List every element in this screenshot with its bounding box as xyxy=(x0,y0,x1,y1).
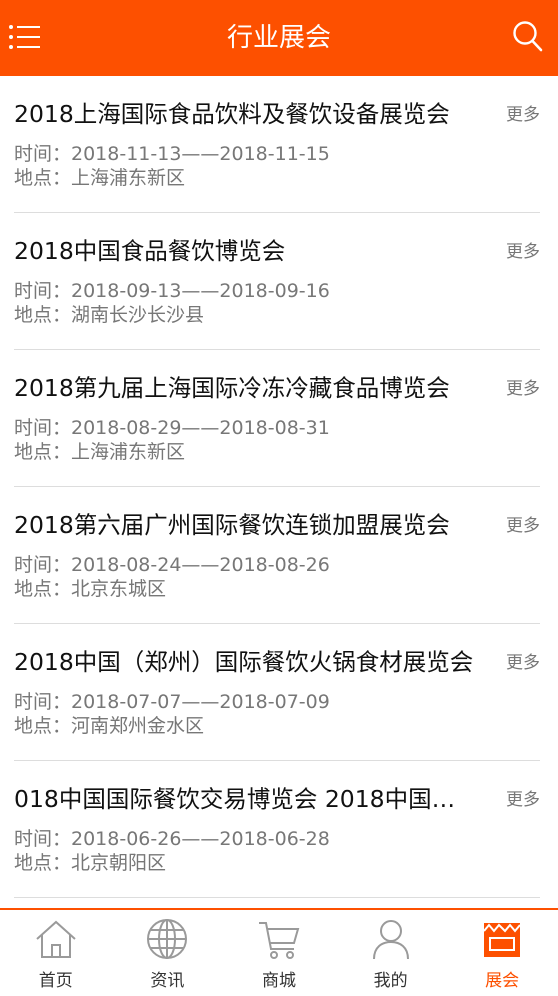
list-item[interactable]: 2018第九届上海国际冷冻冷藏食品博览会 更多 时间：2018-08-29——2… xyxy=(14,350,540,487)
user-icon xyxy=(372,920,409,960)
page-title: 行业展会 xyxy=(226,23,331,53)
list-item[interactable]: 2018中国食品餐饮博览会 更多 时间：2018-09-13——2018-09-… xyxy=(14,213,540,350)
tab-label: 我的 xyxy=(373,971,408,991)
expo-time: 时间：2018-09-13——2018-09-16 xyxy=(14,280,330,302)
more-link[interactable]: 更多 xyxy=(506,785,540,810)
more-link[interactable]: 更多 xyxy=(506,237,540,262)
expo-time: 时间：2018-08-24——2018-08-26 xyxy=(14,554,330,576)
tab-news[interactable]: 资讯 xyxy=(112,910,224,996)
expo-name[interactable]: 2018中国（郑州）国际餐饮火锅食材展览会 xyxy=(14,646,476,678)
expo-time: 时间：2018-07-07——2018-07-09 xyxy=(14,691,330,713)
tab-mall[interactable]: 商城 xyxy=(223,910,335,996)
more-link[interactable]: 更多 xyxy=(506,648,540,673)
tab-label: 商城 xyxy=(261,971,296,991)
expo-time: 时间：2018-06-26——2018-06-28 xyxy=(14,828,330,850)
tab-label: 展会 xyxy=(485,971,520,991)
tab-label: 首页 xyxy=(38,971,73,991)
tab-home[interactable]: 首页 xyxy=(0,910,112,996)
tab-mine[interactable]: 我的 xyxy=(335,910,447,996)
expo-place: 地点：河南郑州金水区 xyxy=(14,715,205,737)
tab-expo[interactable]: 展会 xyxy=(446,910,558,996)
expo-name[interactable]: 2018中国食品餐饮博览会 xyxy=(14,235,476,267)
expo-icon xyxy=(483,923,521,957)
expo-place: 地点：北京朝阳区 xyxy=(14,852,167,874)
home-icon xyxy=(36,920,76,958)
list-item[interactable]: 018中国国际餐饮交易博览会 2018中国国际餐饮交易博览会 更多 时间：201… xyxy=(14,761,540,898)
list-item[interactable]: 2018第六届广州国际餐饮连锁加盟展览会 更多 时间：2018-08-24——2… xyxy=(14,487,540,624)
expo-place: 地点：上海浦东新区 xyxy=(14,441,186,463)
list-item[interactable]: 2018上海国际食品饮料及餐饮设备展览会 更多 时间：2018-11-13——2… xyxy=(14,76,540,213)
more-link[interactable]: 更多 xyxy=(506,374,540,399)
more-link[interactable]: 更多 xyxy=(506,511,540,536)
expo-place: 地点：北京东城区 xyxy=(14,578,167,600)
more-link[interactable]: 更多 xyxy=(506,100,540,125)
expo-name[interactable]: 2018上海国际食品饮料及餐饮设备展览会 xyxy=(14,98,476,130)
expo-name[interactable]: 2018第九届上海国际冷冻冷藏食品博览会 xyxy=(14,372,476,404)
header-bar: 行业展会 xyxy=(0,0,558,76)
search-icon[interactable] xyxy=(512,20,544,54)
cart-icon xyxy=(258,922,300,959)
expo-place: 地点：上海浦东新区 xyxy=(14,167,186,189)
list-item[interactable]: 2018中国（郑州）国际餐饮火锅食材展览会 更多 时间：2018-07-07——… xyxy=(14,624,540,761)
expo-time: 时间：2018-11-13——2018-11-15 xyxy=(14,143,330,165)
expo-time: 时间：2018-08-29——2018-08-31 xyxy=(14,417,330,439)
globe-icon xyxy=(147,919,188,959)
tab-label: 资讯 xyxy=(150,971,185,991)
expo-name[interactable]: 018中国国际餐饮交易博览会 2018中国国际餐饮交易博览会 xyxy=(14,783,476,815)
bottom-tab-bar: 首页 资讯 商城 我的 展会 xyxy=(0,908,558,996)
expo-place: 地点：湖南长沙长沙县 xyxy=(14,304,205,326)
expo-name[interactable]: 2018第六届广州国际餐饮连锁加盟展览会 xyxy=(14,509,476,541)
expo-list: 2018上海国际食品饮料及餐饮设备展览会 更多 时间：2018-11-13——2… xyxy=(0,76,558,898)
